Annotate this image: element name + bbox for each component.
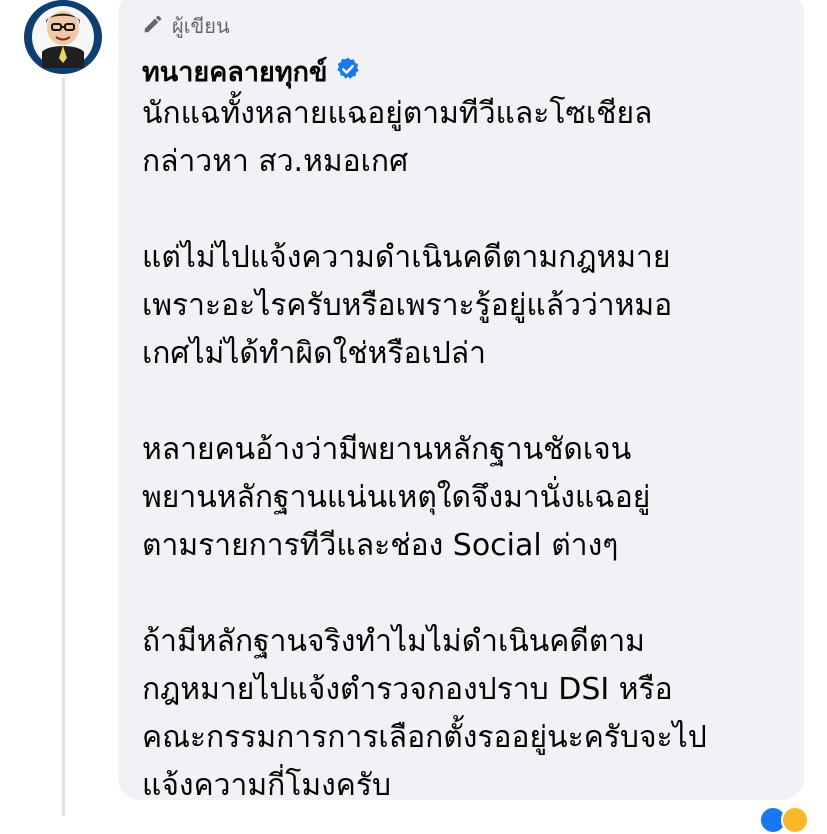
comment-paragraph: แต่ไม่ไปแจ้งความดำเนินคดีตามกฎหมาย เพราะ…: [142, 240, 673, 371]
haha-reaction-icon: [781, 806, 809, 834]
verified-badge-icon: [335, 56, 361, 86]
comment-paragraph: ถ้ามีหลักฐานจริงทำไมไม่ดำเนินคดีตาม กฎหม…: [142, 624, 707, 803]
comment-header: ทนายคลายทุกข์: [142, 54, 361, 88]
comment-paragraph: หลายคนอ้างว่ามีพยานหลักฐานชัดเจน พยานหลั…: [142, 432, 651, 563]
thread-line: [62, 78, 65, 816]
author-badge: ผู้เขียน: [142, 12, 230, 40]
author-name[interactable]: ทนายคลายทุกข์: [142, 50, 327, 93]
author-badge-label: ผู้เขียน: [172, 14, 230, 38]
avatar[interactable]: [24, 0, 102, 74]
reaction-summary[interactable]: [759, 806, 809, 834]
comment-paragraph: นักแฉทั้งหลายแฉอยู่ตามทีวีและโซเชียล กล่…: [142, 96, 653, 179]
pencil-icon: [142, 13, 164, 39]
avatar-image: [26, 0, 100, 74]
comment-text: นักแฉทั้งหลายแฉอยู่ตามทีวีและโซเชียล กล่…: [142, 90, 792, 810]
